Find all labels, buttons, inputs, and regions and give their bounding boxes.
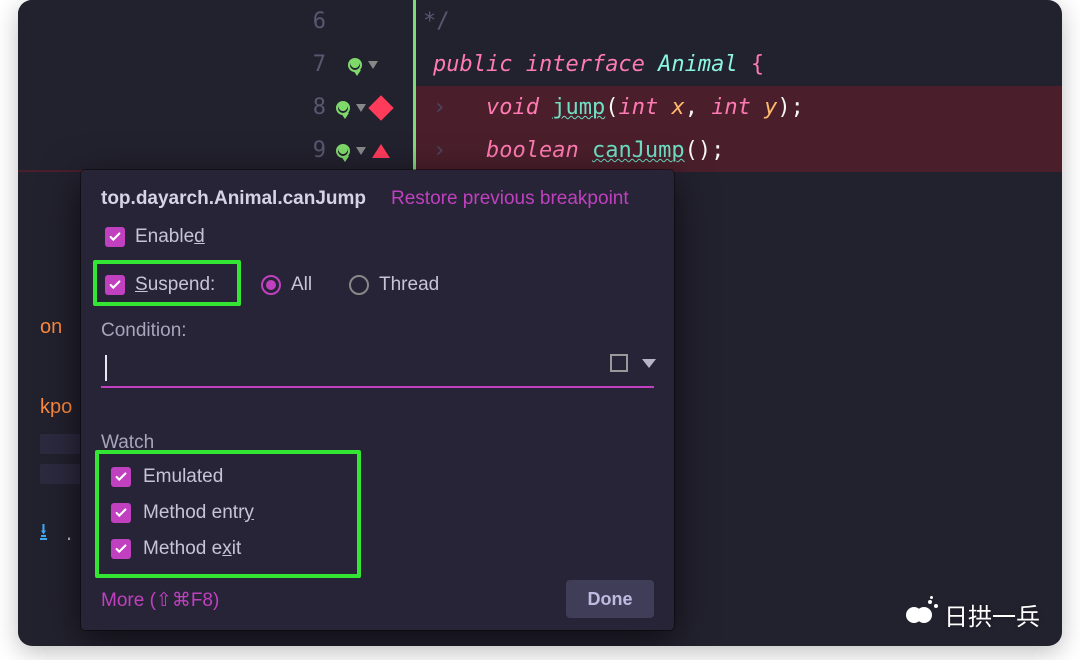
done-button-label: Done <box>588 589 633 610</box>
radio-unselected-icon <box>349 275 369 295</box>
watch-method-entry-checkbox[interactable]: Method entry <box>111 502 254 524</box>
code-line: › void jump(int x, int y); <box>433 86 804 129</box>
watch-method-entry-label: Method entry <box>143 502 254 524</box>
arrow-down-icon <box>368 61 378 69</box>
radio-label: Thread <box>379 274 439 296</box>
gutter-implementations-icon[interactable] <box>348 43 378 86</box>
breakpoint-settings-popup: top.dayarch.Animal.canJump Restore previ… <box>81 170 674 630</box>
code-editor[interactable]: 6 7 8 9 */ public int <box>18 0 1062 170</box>
expand-icon[interactable] <box>610 354 628 372</box>
checkbox-checked-icon <box>111 503 131 523</box>
implemented-icon <box>336 144 350 158</box>
done-button[interactable]: Done <box>566 580 654 618</box>
watch-emulated-label: Emulated <box>143 466 223 488</box>
suspend-label: Suspend: <box>135 274 215 296</box>
more-link[interactable]: More (⇧⌘F8) <box>101 589 219 612</box>
code-line: */ <box>423 0 450 43</box>
gutter-icons[interactable] <box>336 86 390 129</box>
arrow-down-icon <box>356 147 366 155</box>
line-number: 9 <box>286 129 326 172</box>
arrow-down-icon <box>356 104 366 112</box>
checkbox-checked-icon <box>111 539 131 559</box>
partial-text: kpo <box>40 396 72 419</box>
enabled-checkbox-row[interactable]: Enabled <box>105 226 205 248</box>
line-number: 6 <box>286 0 326 43</box>
suspend-thread-radio[interactable]: Thread <box>349 274 439 296</box>
implemented-icon <box>336 101 350 115</box>
line-number: 8 <box>286 86 326 129</box>
watch-method-exit-label: Method exit <box>143 538 241 560</box>
method-breakpoint-icon[interactable] <box>368 95 393 120</box>
line-number: 7 <box>286 43 326 86</box>
code-line: › boolean canJump(); <box>433 129 724 172</box>
text-caret <box>105 355 107 381</box>
editor-gutter: 6 7 8 9 <box>18 0 413 170</box>
watch-section-label: Watch <box>101 432 154 454</box>
watch-emulated-checkbox[interactable]: Emulated <box>111 466 223 488</box>
download-icon[interactable]: ⭳ <box>40 516 47 550</box>
implemented-icon <box>348 58 362 72</box>
partial-bar <box>40 464 80 484</box>
radio-selected-icon <box>261 275 281 295</box>
watermark-text: 日拱一兵 <box>944 597 1040 632</box>
history-dropdown-icon[interactable] <box>642 359 656 368</box>
enabled-label: Enabled <box>135 226 205 248</box>
wechat-icon <box>906 602 936 628</box>
checkbox-checked-icon <box>105 275 125 295</box>
partial-text: on <box>40 316 62 339</box>
suspend-checkbox-row[interactable]: Suspend: <box>105 274 215 296</box>
partial-bar <box>40 434 80 454</box>
suspend-all-radio[interactable]: All <box>261 274 312 296</box>
dot-icon: . <box>66 520 72 546</box>
condition-label: Condition: <box>101 320 187 342</box>
method-breakpoint-active-icon[interactable] <box>372 144 390 158</box>
vcs-change-marker <box>413 0 416 170</box>
checkbox-checked-icon <box>111 467 131 487</box>
popup-title: top.dayarch.Animal.canJump <box>101 188 366 210</box>
checkbox-checked-icon <box>105 227 125 247</box>
radio-label: All <box>291 274 312 296</box>
restore-previous-breakpoint-link[interactable]: Restore previous breakpoint <box>391 188 629 210</box>
condition-input[interactable] <box>101 350 654 388</box>
code-line: public interface Animal { <box>433 43 764 86</box>
gutter-icons[interactable] <box>336 129 390 172</box>
watermark: 日拱一兵 <box>906 597 1040 632</box>
watch-method-exit-checkbox[interactable]: Method exit <box>111 538 241 560</box>
ide-window: 6 7 8 9 */ public int <box>18 0 1062 646</box>
